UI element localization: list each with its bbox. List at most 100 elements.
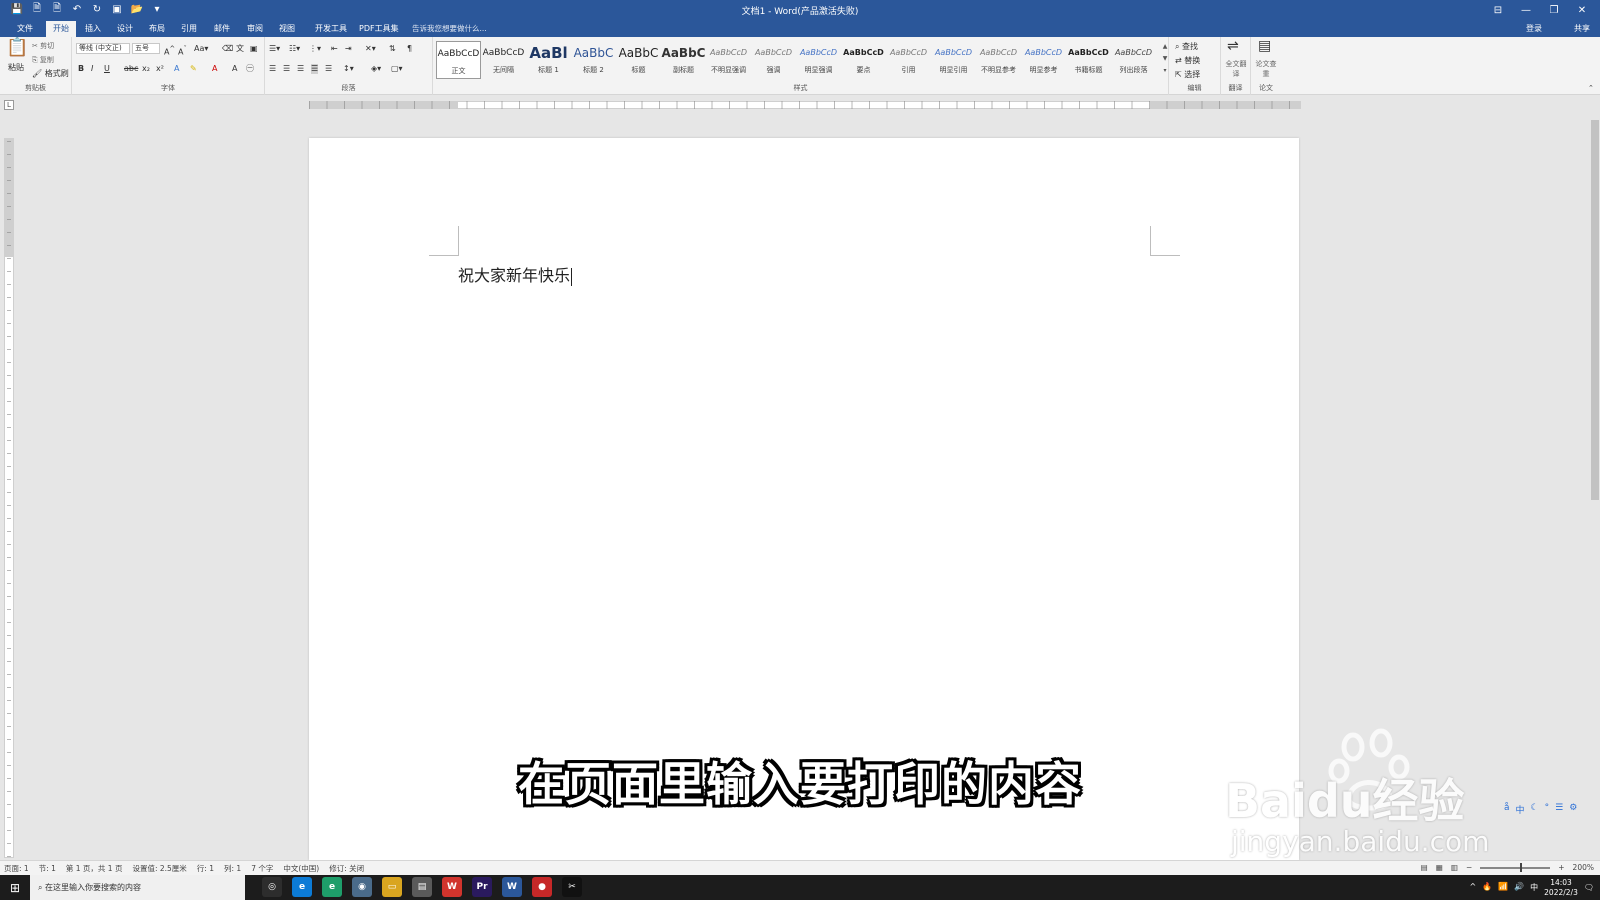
decrease-indent-icon[interactable]: ⇤ xyxy=(331,44,338,54)
taskbar-app-word[interactable]: W xyxy=(502,877,522,897)
text-effects-icon[interactable]: A xyxy=(174,64,179,74)
taskbar-app-capcut[interactable]: ✂ xyxy=(562,877,582,897)
increase-indent-icon[interactable]: ⇥ xyxy=(345,44,352,54)
phonetic-icon[interactable]: 文 xyxy=(236,44,244,54)
copy-button[interactable]: ⎘ 复制 xyxy=(32,55,54,65)
window-control-icon[interactable]: ⊟ xyxy=(1484,0,1512,20)
ime-icon[interactable]: ° xyxy=(1545,803,1550,817)
align-left-icon[interactable]: ☰ xyxy=(269,64,276,74)
bullets-icon[interactable]: ☰▾ xyxy=(269,44,280,54)
zoom-slider-thumb[interactable] xyxy=(1520,862,1523,872)
tab-5[interactable]: 引用 xyxy=(174,21,204,37)
status-item[interactable]: 第 1 页，共 1 页 xyxy=(66,863,123,874)
grow-font-icon[interactable]: A^ xyxy=(164,44,175,58)
superscript-button[interactable]: x² xyxy=(156,64,164,74)
share-button[interactable]: 共享 xyxy=(1574,23,1590,34)
distributed-icon[interactable]: ☰ xyxy=(325,64,332,74)
paste-button[interactable]: 粘贴 xyxy=(8,63,24,73)
start-button[interactable]: ⊞ xyxy=(0,875,30,900)
shading-icon[interactable]: ◈▾ xyxy=(371,64,381,74)
zoom-level[interactable]: 200% xyxy=(1573,863,1594,872)
tab-9[interactable]: 开发工具 xyxy=(308,21,354,37)
align-center-icon[interactable]: ☰ xyxy=(283,64,290,74)
tab-8[interactable]: 视图 xyxy=(272,21,302,37)
zoom-out-button[interactable]: − xyxy=(1466,863,1472,872)
borders-icon[interactable]: ▢▾ xyxy=(391,64,403,74)
cut-button[interactable]: ✂ 剪切 xyxy=(32,41,54,51)
paste-icon[interactable]: 📋 xyxy=(6,39,28,57)
taskbar-app-wps[interactable]: W xyxy=(442,877,462,897)
multilevel-icon[interactable]: ⋮▾ xyxy=(309,44,321,54)
taskbar-app-cortana[interactable]: ◎ xyxy=(262,877,282,897)
clock[interactable]: 14:03 2022/2/3 xyxy=(1544,878,1578,898)
sort-icon[interactable]: ⇅ xyxy=(389,44,396,54)
change-case-icon[interactable]: Aa▾ xyxy=(194,44,208,54)
tray-icon[interactable]: 中 xyxy=(1530,882,1538,893)
style-tile[interactable]: AaBbCcD 要点 xyxy=(841,41,886,79)
ime-icon[interactable]: ☾ xyxy=(1531,803,1539,817)
window-control-icon[interactable]: ✕ xyxy=(1568,0,1596,20)
collapse-ribbon-icon[interactable]: ⌃ xyxy=(1588,83,1594,93)
scrollbar-thumb[interactable] xyxy=(1591,120,1599,500)
status-item[interactable]: 页面: 1 xyxy=(4,863,29,874)
style-tile[interactable]: AaBbC 标题 xyxy=(616,41,661,79)
style-tile[interactable]: AaBbC 标题 2 xyxy=(571,41,616,79)
style-tile[interactable]: AaBbCcD 书籍标题 xyxy=(1066,41,1111,79)
highlight-icon[interactable]: ✎ xyxy=(190,64,197,74)
numbering-icon[interactable]: ☷▾ xyxy=(289,44,300,54)
status-item[interactable]: 设置值: 2.5厘米 xyxy=(132,863,186,874)
tray-icon[interactable]: 🔊 xyxy=(1514,882,1524,893)
select-button[interactable]: ⇱ 选择 xyxy=(1175,70,1200,80)
style-tile[interactable]: AaBbCcD 强调 xyxy=(751,41,796,79)
tray-icon[interactable]: 🔥 xyxy=(1482,882,1492,893)
signin-link[interactable]: 登录 xyxy=(1526,23,1542,34)
tray-icon[interactable]: ^ xyxy=(1470,882,1477,893)
status-item[interactable]: 中文(中国) xyxy=(283,863,319,874)
style-tile[interactable]: AaBbCcD 引用 xyxy=(886,41,931,79)
chinese-layout-icon[interactable]: ✕▾ xyxy=(365,44,376,54)
bold-button[interactable]: B xyxy=(78,64,84,74)
taskbar-app-browser[interactable]: ◉ xyxy=(352,877,372,897)
clear-format-icon[interactable]: ⌫ xyxy=(222,44,233,54)
tab-2[interactable]: 插入 xyxy=(78,21,108,37)
taskbar-search[interactable]: ⌕ 在这里输入你要搜索的内容 xyxy=(30,875,245,900)
print-layout-icon[interactable]: ▦ xyxy=(1436,863,1443,872)
tab-4[interactable]: 布局 xyxy=(142,21,172,37)
taskbar-app-explorer[interactable]: ▭ xyxy=(382,877,402,897)
font-color-icon[interactable]: A xyxy=(212,64,217,74)
show-marks-icon[interactable]: ¶ xyxy=(407,44,412,54)
tray-icon[interactable]: 📶 xyxy=(1498,882,1508,893)
taskbar-app-recorder[interactable]: ● xyxy=(532,877,552,897)
status-item[interactable]: 列: 1 xyxy=(224,863,241,874)
status-item[interactable]: 修订: 关闭 xyxy=(329,863,364,874)
tab-1[interactable]: 开始 xyxy=(46,21,76,37)
find-button[interactable]: ⌕ 查找 xyxy=(1175,42,1198,52)
tell-me-search[interactable]: 告诉我您想要做什么... xyxy=(412,23,487,34)
style-tile[interactable]: AaBbCcD 明显强调 xyxy=(796,41,841,79)
ime-icon[interactable]: 中 xyxy=(1516,803,1525,817)
zoom-in-button[interactable]: + xyxy=(1558,863,1564,872)
web-layout-icon[interactable]: ▥ xyxy=(1451,863,1458,872)
taskbar-app-app[interactable]: ▤ xyxy=(412,877,432,897)
line-spacing-icon[interactable]: ↕▾ xyxy=(343,64,354,74)
justify-icon[interactable]: ☰ xyxy=(311,64,319,74)
font-name-select[interactable]: 等线 (中文正) xyxy=(76,43,130,54)
window-control-icon[interactable]: ❐ xyxy=(1540,0,1568,20)
style-tile[interactable]: AaBbCcD 无间隔 xyxy=(481,41,526,79)
translate-icon[interactable]: ⇌ xyxy=(1227,39,1239,53)
taskbar-app-edge-beta[interactable]: e xyxy=(322,877,342,897)
zoom-slider[interactable] xyxy=(1480,862,1551,872)
tab-selector[interactable]: L xyxy=(4,100,14,110)
underline-button[interactable]: U xyxy=(104,64,110,74)
tab-7[interactable]: 审阅 xyxy=(240,21,270,37)
vertical-scrollbar[interactable] xyxy=(1590,114,1600,860)
style-tile[interactable]: AaBbC 副标题 xyxy=(661,41,706,79)
ime-icon[interactable]: ☰ xyxy=(1555,803,1563,817)
notification-icon[interactable]: 🗨 xyxy=(1584,883,1594,892)
char-shading-icon[interactable]: A xyxy=(232,64,237,74)
font-size-select[interactable]: 五号 xyxy=(132,43,160,54)
subscript-button[interactable]: x₂ xyxy=(142,64,150,74)
full-translate-button[interactable]: 全文翻译 xyxy=(1225,59,1247,79)
shrink-font-icon[interactable]: Aˇ xyxy=(178,44,187,58)
paper-check-icon[interactable]: ▤ xyxy=(1258,39,1271,53)
